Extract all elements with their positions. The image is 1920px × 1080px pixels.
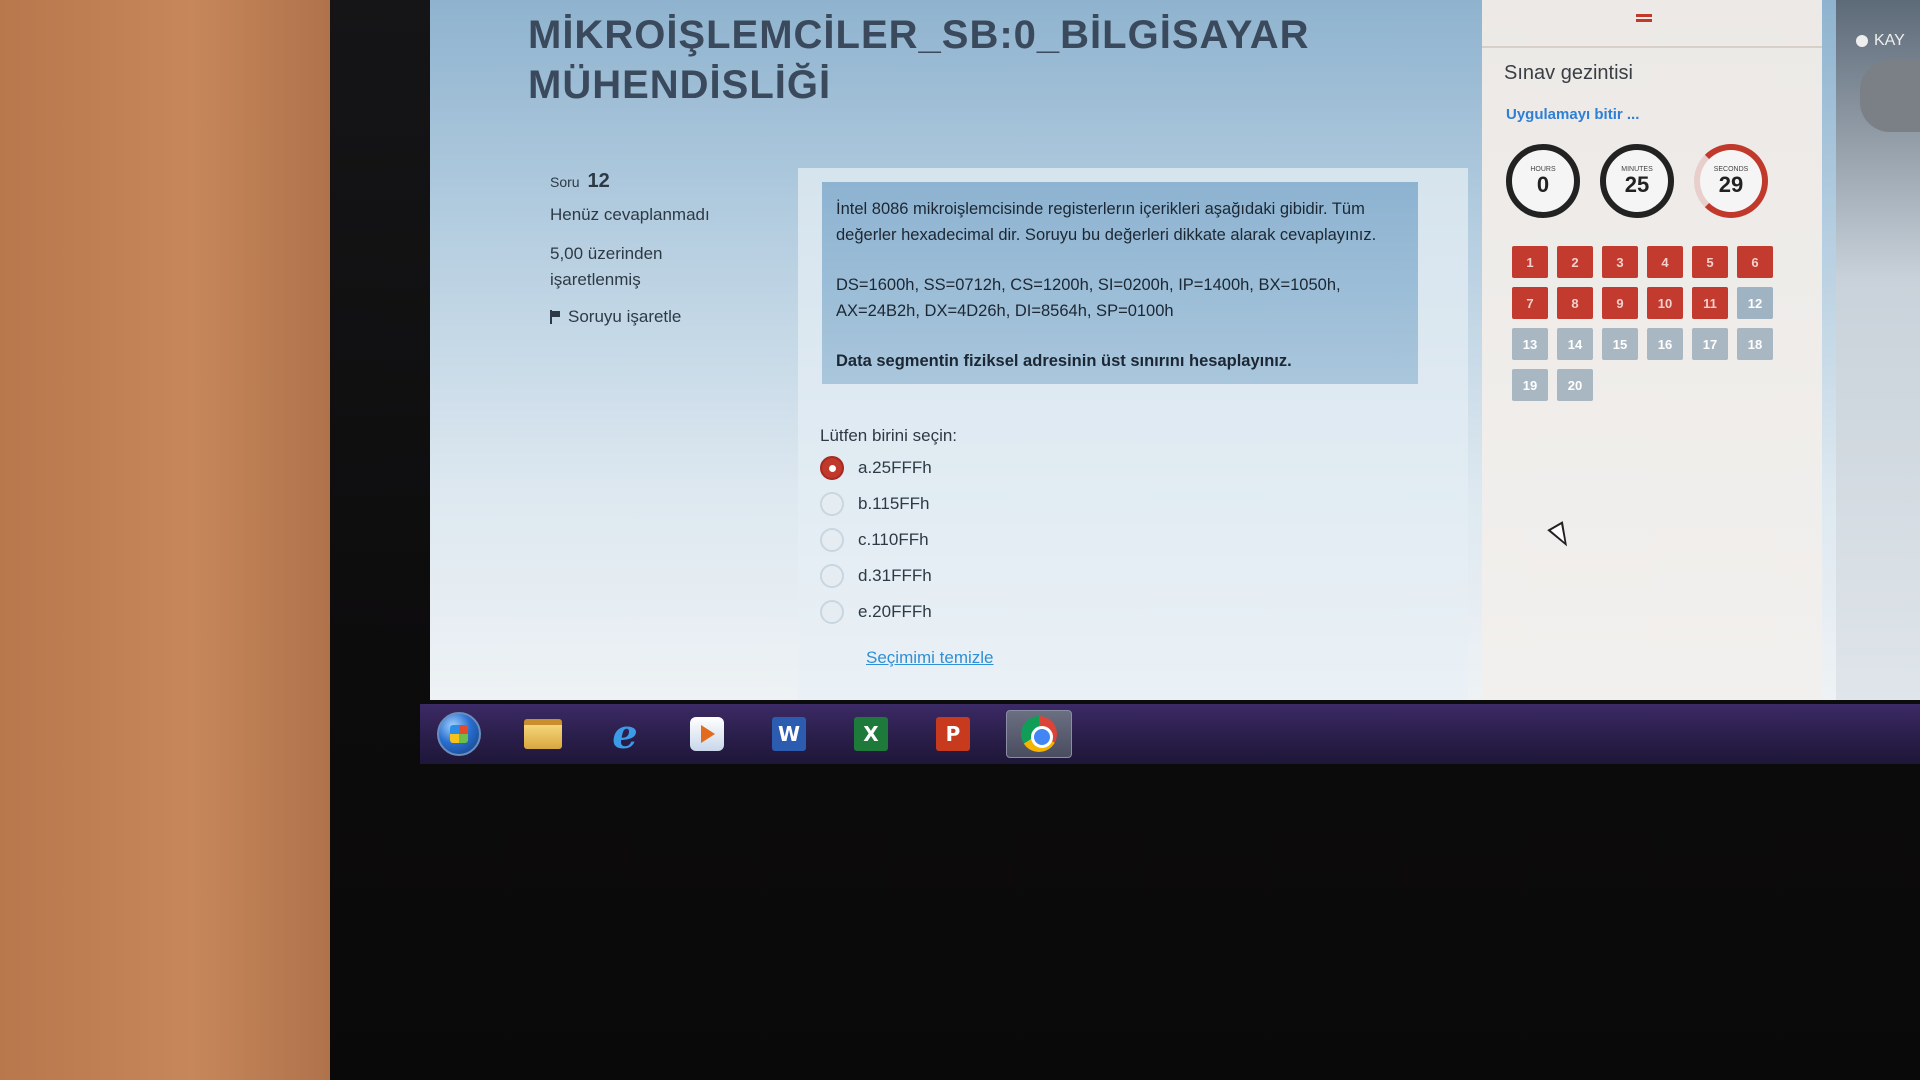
timer-minutes: MINUTES 25: [1600, 144, 1674, 218]
media-player-button[interactable]: [682, 710, 732, 758]
question-status: Henüz cevaplanmadı: [550, 205, 710, 224]
question-paragraph: Data segmentin fiziksel adresinin üst sı…: [836, 352, 1292, 370]
powerpoint-icon: P: [936, 717, 970, 751]
answer-label: b.115FFh: [858, 494, 930, 513]
radio-button[interactable]: [820, 456, 844, 480]
answer-option-e[interactable]: e.20FFFh: [820, 594, 932, 630]
record-label: KAY: [1874, 32, 1905, 49]
question-nav-button[interactable]: 1: [1512, 246, 1548, 278]
question-nav-button[interactable]: 14: [1557, 328, 1593, 360]
hamburger-menu-icon[interactable]: [1636, 14, 1652, 24]
question-paragraph: DS=1600h, SS=0712h, CS=1200h, SI=0200h, …: [836, 276, 1341, 320]
answer-label: d.31FFFh: [858, 566, 932, 585]
question-number-value: 12: [587, 170, 610, 192]
answer-prompt: Lütfen birini seçin:: [820, 426, 958, 445]
question-nav-button[interactable]: 2: [1557, 246, 1593, 278]
record-dot-icon: [1856, 35, 1868, 47]
nav-title: Sınav gezintisi: [1504, 62, 1633, 84]
radio-button[interactable]: [820, 528, 844, 552]
radio-button[interactable]: [820, 492, 844, 516]
question-nav-button[interactable]: 4: [1647, 246, 1683, 278]
file-explorer-button[interactable]: [518, 710, 568, 758]
question-nav-button[interactable]: 3: [1602, 246, 1638, 278]
question-nav-button[interactable]: 20: [1557, 369, 1593, 401]
question-nav-button[interactable]: 17: [1692, 328, 1728, 360]
internet-explorer-button[interactable]: e: [600, 710, 650, 758]
clear-selection-link[interactable]: Seçimimi temizle: [866, 648, 994, 668]
question-label: Soru: [550, 174, 580, 190]
screen: MİKROİŞLEMCİLER_SB:0_BİLGİSAYAR MÜHENDİS…: [430, 0, 1920, 700]
question-paragraph: İntel 8086 mikroişlemcisinde registerler…: [836, 200, 1377, 244]
side-strip: KAY: [1836, 0, 1920, 700]
countdown-timer: HOURS 0 MINUTES 25 SECONDS 29: [1506, 144, 1768, 218]
question-nav-button[interactable]: 18: [1737, 328, 1773, 360]
timer-seconds: SECONDS 29: [1694, 144, 1768, 218]
finish-attempt-link[interactable]: Uygulamayı bitir ...: [1506, 106, 1639, 123]
question-grid: 1 2 3 4 5 6 7 8 9 10 11 12 13 14 15 16 17 18 19 20: [1512, 246, 1773, 401]
question-info: Soru 12 Henüz cevaplanmadı 5,00 üzerinde…: [550, 170, 750, 327]
question-nav-button[interactable]: 11: [1692, 287, 1728, 319]
record-indicator: KAY: [1856, 32, 1905, 50]
chrome-button[interactable]: [1006, 710, 1072, 758]
media-player-icon: [690, 717, 724, 751]
word-icon: W: [772, 717, 806, 751]
answer-label: a.25FFFh: [858, 458, 932, 477]
file-explorer-icon: [524, 719, 562, 749]
excel-button[interactable]: X: [846, 710, 896, 758]
question-number: Soru 12: [550, 170, 750, 193]
flag-question-link[interactable]: Soruyu işaretle: [550, 307, 750, 327]
timer-value: 25: [1624, 171, 1650, 197]
answer-label: c.110FFh: [858, 530, 929, 549]
question-nav-button[interactable]: 5: [1692, 246, 1728, 278]
question-nav-button[interactable]: 10: [1647, 287, 1683, 319]
question-nav-button[interactable]: 15: [1602, 328, 1638, 360]
radio-button[interactable]: [820, 600, 844, 624]
question-nav-button[interactable]: 6: [1737, 246, 1773, 278]
start-button[interactable]: [434, 710, 484, 758]
question-nav-button[interactable]: 7: [1512, 287, 1548, 319]
question-nav-button[interactable]: 8: [1557, 287, 1593, 319]
word-button[interactable]: W: [764, 710, 814, 758]
question-text: İntel 8086 mikroişlemcisinde registerler…: [822, 182, 1418, 384]
timer-value: 0: [1536, 171, 1550, 197]
avatar: [1860, 60, 1920, 132]
answer-label: e.20FFFh: [858, 602, 932, 621]
question-grade: 5,00 üzerinden işaretlenmiş: [550, 244, 663, 289]
powerpoint-button[interactable]: P: [928, 710, 978, 758]
question-nav-button[interactable]: 9: [1602, 287, 1638, 319]
question-content: İntel 8086 mikroişlemcisinde registerler…: [798, 168, 1468, 700]
answer-list: a.25FFFh b.115FFh c.110FFh d.31FFFh e.20…: [820, 450, 932, 630]
page-title: MİKROİŞLEMCİLER_SB:0_BİLGİSAYAR MÜHENDİS…: [528, 13, 1310, 107]
question-nav-button[interactable]: 13: [1512, 328, 1548, 360]
answer-option-c[interactable]: c.110FFh: [820, 522, 932, 558]
start-orb-icon: [437, 712, 481, 756]
question-nav-button[interactable]: 16: [1647, 328, 1683, 360]
taskbar: e W X P: [420, 704, 1920, 764]
answer-option-b[interactable]: b.115FFh: [820, 486, 932, 522]
internet-explorer-icon: e: [612, 710, 638, 758]
flag-icon: [550, 310, 560, 324]
radio-button[interactable]: [820, 564, 844, 588]
quiz-navigation-panel: Sınav gezintisi Uygulamayı bitir ... HOU…: [1482, 0, 1822, 700]
question-nav-button[interactable]: 19: [1512, 369, 1548, 401]
excel-icon: X: [854, 717, 888, 751]
chrome-icon: [1021, 716, 1057, 752]
nav-header: [1482, 0, 1822, 48]
answer-option-d[interactable]: d.31FFFh: [820, 558, 932, 594]
flag-question-label: Soruyu işaretle: [568, 307, 682, 326]
timer-value: 29: [1718, 171, 1744, 197]
timer-hours: HOURS 0: [1506, 144, 1580, 218]
answer-option-a[interactable]: a.25FFFh: [820, 450, 932, 486]
question-nav-button[interactable]: 12: [1737, 287, 1773, 319]
